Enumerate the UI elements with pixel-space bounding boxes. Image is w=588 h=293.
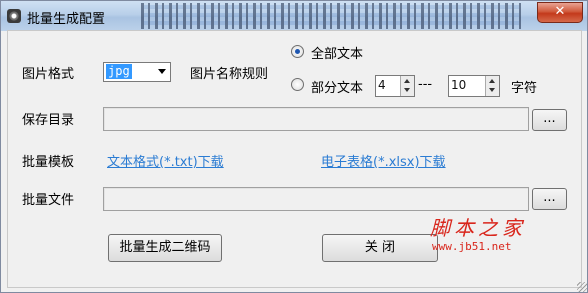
batch-file-input[interactable] [103,187,529,211]
title-bar-obscured-area [141,3,521,29]
partial-from-value[interactable]: 4 [378,78,386,92]
radio-partial-text[interactable] [291,78,304,91]
radio-full-text-label[interactable]: 全部文本 [311,43,363,62]
watermark-logo: 脚本之家 [430,216,526,240]
image-format-select[interactable]: jpg [103,62,171,82]
chevron-down-icon[interactable] [158,69,166,74]
image-naming-label: 图片名称规则 [190,67,269,82]
save-dir-browse-button[interactable]: ... [532,109,567,131]
spin-up-icon[interactable] [404,79,410,83]
window-close-button[interactable]: ✕ [537,2,583,23]
spin-down-icon[interactable] [404,88,410,92]
spin-down-icon[interactable] [489,88,495,92]
generate-qrcode-button[interactable]: 批量生成二维码 [108,234,222,262]
partial-to-stepper[interactable]: 10 [448,75,500,97]
template-label: 批量模板 [22,155,75,170]
xlsx-template-link[interactable]: 电子表格(*.xlsx)下载 [321,151,446,170]
batch-file-browse-button[interactable]: ... [532,188,567,210]
radio-partial-text-label[interactable]: 部分文本 [311,77,363,96]
range-separator: --- [418,77,433,92]
batch-file-label: 批量文件 [22,193,75,208]
txt-template-link[interactable]: 文本格式(*.txt)下载 [107,151,224,170]
app-icon [7,9,21,23]
unit-label: 字符 [511,81,538,96]
window-title: 批量生成配置 [27,12,106,27]
image-format-label: 图片格式 [22,67,75,82]
save-dir-input[interactable] [103,107,529,131]
radio-full-text[interactable] [291,45,304,58]
save-dir-label: 保存目录 [22,113,75,128]
image-format-value: jpg [106,64,132,79]
spin-up-icon[interactable] [489,79,495,83]
partial-to-value[interactable]: 10 [451,78,466,92]
partial-from-stepper[interactable]: 4 [375,75,415,97]
resize-grip-icon[interactable] [577,282,587,292]
close-button[interactable]: 关 闭 [322,234,438,262]
title-bar[interactable]: 批量生成配置 ✕ [1,1,587,31]
watermark-url: www.jb51.net [432,240,512,253]
